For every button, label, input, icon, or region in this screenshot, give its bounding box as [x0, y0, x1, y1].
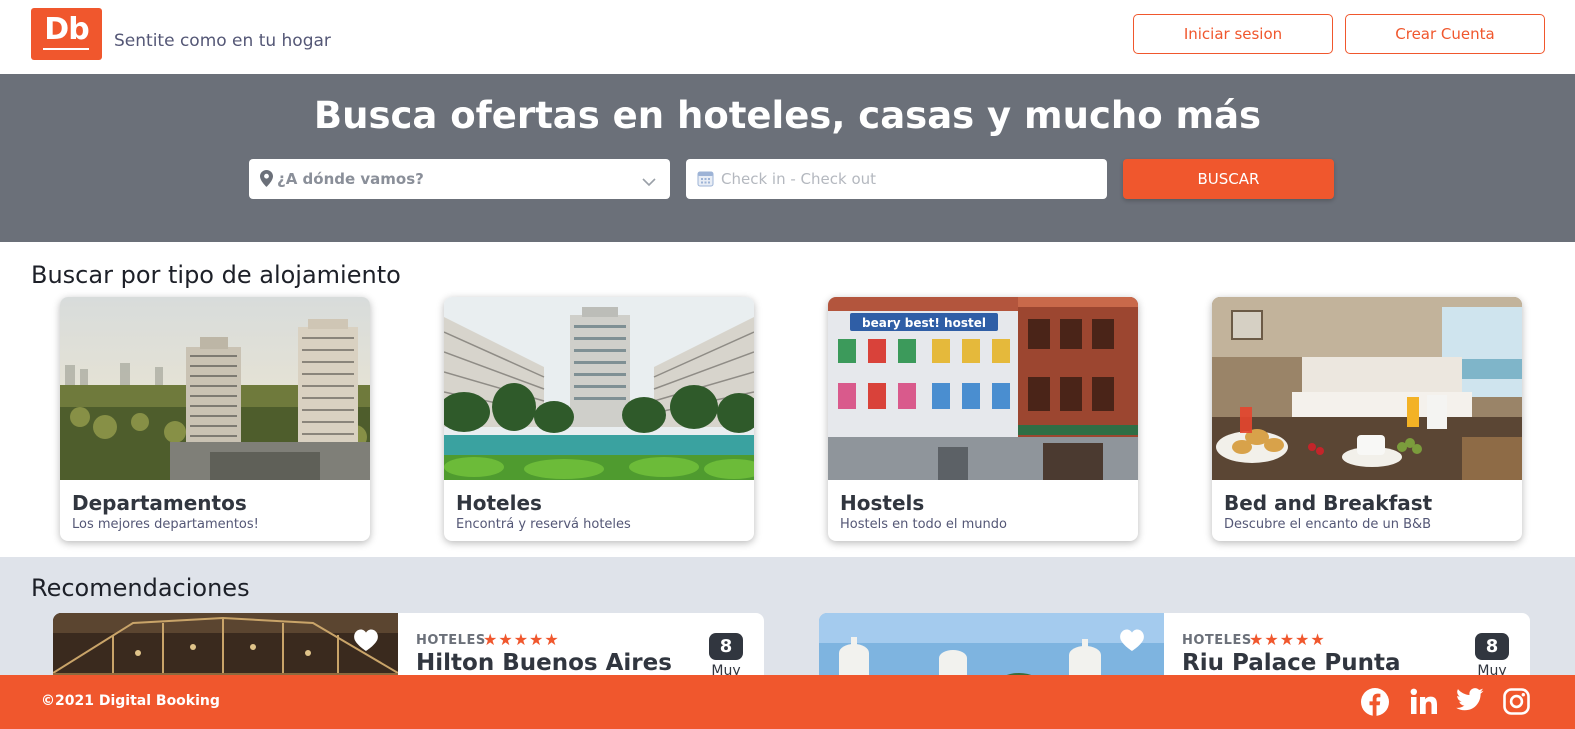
recommendation-category: HOTELES [416, 633, 486, 648]
search-title: Busca ofertas en hoteles, casas y mucho … [313, 94, 1262, 137]
category-subtitle: Encontrá y reservá hoteles [456, 517, 631, 532]
copyright: ©2021 Digital Booking [41, 693, 220, 709]
category-title: Departamentos [72, 491, 247, 515]
calendar-icon [697, 170, 714, 191]
recommendations-title: Recomendaciones [31, 574, 250, 602]
logo[interactable]: Db [31, 8, 102, 60]
destination-select[interactable]: ¿A dónde vamos? [249, 159, 670, 199]
search-section: Busca ofertas en hoteles, casas y mucho … [0, 74, 1575, 242]
category-card-departamentos[interactable]: Departamentos Los mejores departamentos! [60, 297, 370, 541]
favorite-heart-icon[interactable] [353, 629, 379, 656]
category-card-hoteles[interactable]: Hoteles Encontrá y reservá hoteles [444, 297, 754, 541]
logo-underline [43, 48, 89, 50]
category-subtitle: Descubre el encanto de un B&B [1224, 517, 1432, 532]
recommendation-category: HOTELES [1182, 633, 1252, 648]
date-range-input[interactable]: Check in - Check out [686, 159, 1107, 199]
category-title: Hoteles [456, 491, 542, 515]
category-subtitle: Los mejores departamentos! [72, 517, 259, 532]
score-badge: 8 [1475, 633, 1509, 660]
hostel-sign-text: beary best! hostel [862, 316, 986, 330]
hotels-image [444, 297, 754, 480]
linkedin-icon[interactable] [1410, 688, 1437, 719]
score-badge: 8 [709, 633, 743, 660]
category-title: Hostels [840, 491, 925, 515]
star-rating: ★★★★★ [1249, 630, 1326, 649]
destination-placeholder: ¿A dónde vamos? [277, 170, 424, 188]
category-subtitle: Hostels en todo el mundo [840, 517, 1007, 532]
recommendation-name[interactable]: Riu Palace Punta [1182, 650, 1401, 676]
slogan: Sentite como en tu hogar [114, 31, 331, 51]
header: Db Sentite como en tu hogar Iniciar sesi… [0, 0, 1575, 74]
category-title: Bed and Breakfast [1224, 491, 1433, 515]
footer: ©2021 Digital Booking [0, 675, 1575, 729]
hostels-image: beary best! hostel [828, 297, 1138, 480]
location-pin-icon [260, 170, 273, 191]
date-range-placeholder: Check in - Check out [721, 170, 877, 188]
star-rating: ★★★★★ [483, 630, 560, 649]
create-account-button[interactable]: Crear Cuenta [1345, 14, 1545, 54]
login-button[interactable]: Iniciar sesion [1133, 14, 1333, 54]
twitter-icon[interactable] [1456, 688, 1484, 716]
bed-and-breakfast-image [1212, 297, 1522, 480]
category-card-hostels[interactable]: beary best! hostel Hostels Hostels en to… [828, 297, 1138, 541]
categories-title: Buscar por tipo de alojamiento [31, 261, 401, 289]
category-card-bed-and-breakfast[interactable]: Bed and Breakfast Descubre el encanto de… [1212, 297, 1522, 541]
search-button[interactable]: BUSCAR [1123, 159, 1334, 199]
logo-text: Db [44, 12, 89, 47]
favorite-heart-icon[interactable] [1119, 629, 1145, 656]
chevron-down-icon [642, 172, 656, 191]
recommendation-name[interactable]: Hilton Buenos Aires [416, 650, 672, 676]
facebook-icon[interactable] [1361, 688, 1389, 720]
apartments-image [60, 297, 370, 480]
instagram-icon[interactable] [1503, 688, 1530, 719]
